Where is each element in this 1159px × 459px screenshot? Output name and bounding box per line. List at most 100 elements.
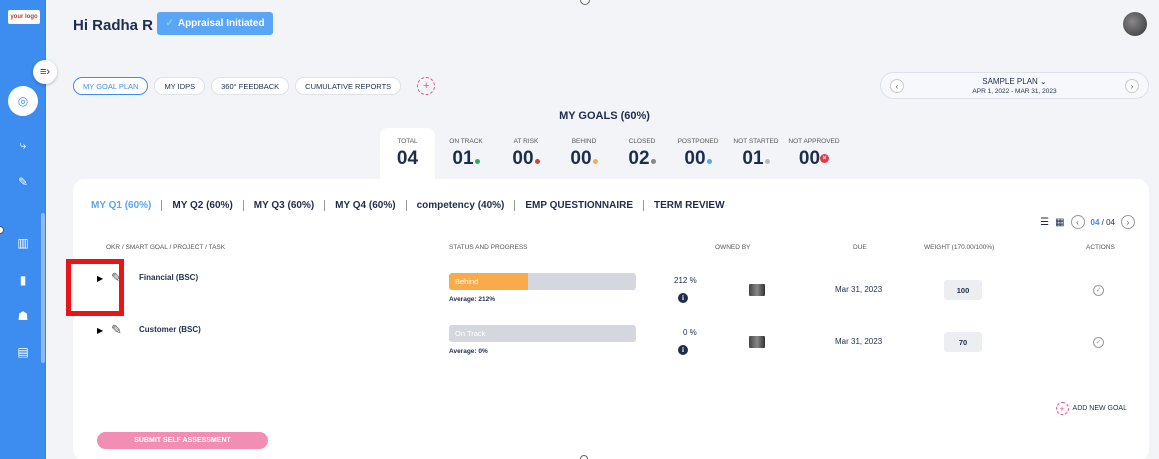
resize-handle-bottom[interactable] [580,455,588,459]
stat-at-risk[interactable]: AT RISK 00 [506,138,546,170]
info-icon[interactable]: i [678,293,688,303]
stat-not-approved[interactable]: NOT APPROVED 00 × [786,138,842,170]
add-new-goal-button[interactable]: + ADD NEW GOAL [1055,402,1127,415]
stat-value: 00 [570,148,592,169]
edit-icon[interactable]: ✎ [0,170,46,194]
grid-view-icon[interactable]: ▦ [1055,217,1064,228]
hierarchy-icon[interactable]: ⤷ [0,133,46,157]
status-dot [474,159,480,164]
app-root: your logo ◎ ⤷ ✎ ▥ ▮ ☗ ▤ ≡› Hi Radha R ✓ … [0,0,1159,459]
stat-label: NOT APPROVED [788,138,840,145]
status-dot [764,159,770,164]
plan-selector[interactable]: ‹ SAMPLE PLAN ⌄ APR 1, 2022 - MAR 31, 20… [880,72,1149,99]
resize-handle-top[interactable] [580,0,590,5]
chart-icon[interactable]: ▥ [0,231,46,255]
status-icon: ✓ [165,18,174,29]
status-dot [534,159,540,164]
stat-value: 01 [452,148,474,169]
book-icon[interactable]: ▮ [0,268,46,292]
tab-q4[interactable]: MY Q4 (60%) [325,200,405,211]
stat-label: AT RISK [513,138,539,145]
tab-emp-questionnaire[interactable]: EMP QUESTIONNAIRE [515,200,643,211]
stat-label: POSTPONED [677,138,719,145]
info-icon[interactable]: i [678,345,688,355]
appraisal-status-button[interactable]: ✓ Appraisal Initiated [157,12,273,35]
prev-page-icon[interactable]: ‹ [1070,215,1085,229]
stat-label: CLOSED [628,138,656,145]
plan-name: SAMPLE PLAN [982,77,1038,86]
tab-q3[interactable]: MY Q3 (60%) [244,200,324,211]
task-icon: ✎ [111,322,122,337]
stat-on-track[interactable]: ON TRACK 01 [446,138,486,170]
list-view-icon[interactable]: ☰ [1040,217,1049,228]
header-status: STATUS AND PROGRESS [449,244,528,251]
tab-q2[interactable]: MY Q2 (60%) [162,200,242,211]
stat-label: ON TRACK [449,138,483,145]
progress-status: On Track [455,329,486,338]
owner-avatar[interactable] [749,284,765,296]
tab-q1[interactable]: MY Q1 (60%) [91,200,161,211]
plan-name-row: SAMPLE PLAN ⌄ [881,77,1148,86]
stat-closed[interactable]: CLOSED 02 [622,138,662,170]
weight-value[interactable]: 100 [944,280,982,300]
view-controls: ☰ ▦ ‹ 04 / 04 › [1040,215,1135,229]
due-date: Mar 31, 2023 [835,285,883,294]
collapse-icon[interactable]: ≡› [33,60,57,84]
stat-label: BEHIND [571,138,597,145]
stat-not-started[interactable]: NOT STARTED 01 [729,138,783,170]
goal-name[interactable]: Customer (BSC) [139,325,201,334]
progress-average: Average: 212% [449,296,496,303]
tab-term-review[interactable]: TERM REVIEW [644,200,735,211]
tab-360-feedback[interactable]: 360° FEEDBACK [211,77,290,95]
next-page-icon[interactable]: › [1121,215,1135,229]
progress-average: Average: 0% [449,348,488,355]
greeting: Hi Radha R [73,17,154,34]
header-due: DUE [853,244,867,251]
stat-value: 02 [628,148,650,169]
goal-name[interactable]: Financial (BSC) [139,273,198,282]
goals-title: MY GOALS (60%) [559,110,650,122]
avatar[interactable] [1123,12,1147,36]
status-dot [592,159,598,164]
check-action-icon[interactable]: ✓ [1093,337,1104,348]
stat-value: 00 [512,148,534,169]
expand-triangle-icon[interactable]: ▶ [97,326,103,335]
plan-dates: APR 1, 2022 - MAR 31, 2023 [972,88,1057,95]
header-owner: OWNED BY [715,244,751,251]
weight-value[interactable]: 70 [944,332,982,352]
next-plan-icon[interactable]: › [1125,79,1139,93]
stat-value: 04 [396,148,419,169]
progress-status: Behind [455,277,479,286]
team-icon[interactable]: ☗ [0,304,46,328]
page-indicator: 04 / 04 [1091,218,1115,227]
progress-bar: On Track [449,325,636,342]
add-tab-icon[interactable]: + [417,77,436,95]
stat-behind[interactable]: BEHIND 00 [564,138,604,170]
due-date: Mar 31, 2023 [835,337,883,346]
highlight-box [66,259,124,316]
stat-value: 01 [742,148,764,169]
quarter-tabs: MY Q1 (60%) MY Q2 (60%) MY Q3 (60%) MY Q… [91,200,735,211]
owner-avatar[interactable] [749,336,765,348]
page-total: / 04 [1101,217,1115,227]
plus-icon: + [1055,402,1069,415]
status-dot [706,159,712,164]
tab-my-goal-plan[interactable]: MY GOAL PLAN [73,77,149,95]
progress-percent: 212 % [674,276,697,285]
stat-value: 00 [798,148,821,169]
header-weight: WEIGHT (170.00/100%) [924,244,995,251]
tab-competency[interactable]: competency (40%) [407,200,515,211]
stat-label: TOTAL [397,138,418,145]
submit-self-assessment-button[interactable]: SUBMIT SELF ASSESSMENT [97,432,268,449]
chevron-down-icon[interactable]: ⌄ [1040,77,1047,86]
check-action-icon[interactable]: ✓ [1093,285,1104,296]
stat-value: 00 [684,148,706,169]
progress-bar: Behind [449,273,636,290]
tab-cumulative-reports[interactable]: CUMULATIVE REPORTS [295,77,402,95]
tab-my-idps[interactable]: MY IDPS [154,77,206,95]
report-icon[interactable]: ▤ [0,340,46,364]
stat-total[interactable]: TOTAL 04 [380,128,435,183]
progress-percent: 0 % [683,328,697,337]
header-actions: ACTIONS [1086,244,1115,251]
stat-postponed[interactable]: POSTPONED 00 [673,138,723,170]
